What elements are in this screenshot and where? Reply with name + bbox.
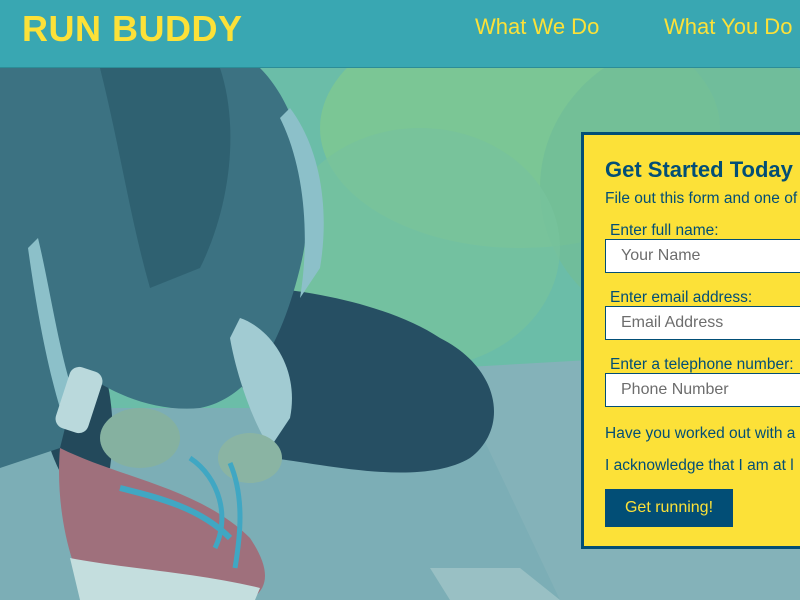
name-input[interactable] [605, 239, 800, 273]
site-header: RUN BUDDY What We Do What You Do [0, 0, 800, 68]
phone-input[interactable] [605, 373, 800, 407]
hero-section: Get Started Today File out this form and… [0, 68, 800, 600]
nav-link-what-you-do[interactable]: What You Do [664, 14, 792, 40]
name-label: Enter full name: [610, 222, 719, 239]
workout-question: Have you worked out with a [605, 425, 796, 442]
nav-link-what-we-do[interactable]: What We Do [475, 14, 599, 40]
form-subtitle: File out this form and one of [605, 190, 798, 207]
phone-label: Enter a telephone number: [610, 356, 794, 373]
email-input[interactable] [605, 306, 800, 340]
get-running-button[interactable]: Get running! [605, 489, 733, 527]
form-title: Get Started Today [605, 157, 793, 182]
acknowledge-text: I acknowledge that I am at l [605, 457, 794, 474]
site-logo[interactable]: RUN BUDDY [22, 8, 243, 50]
signup-form-card: Get Started Today File out this form and… [581, 132, 800, 549]
email-label: Enter email address: [610, 289, 753, 306]
